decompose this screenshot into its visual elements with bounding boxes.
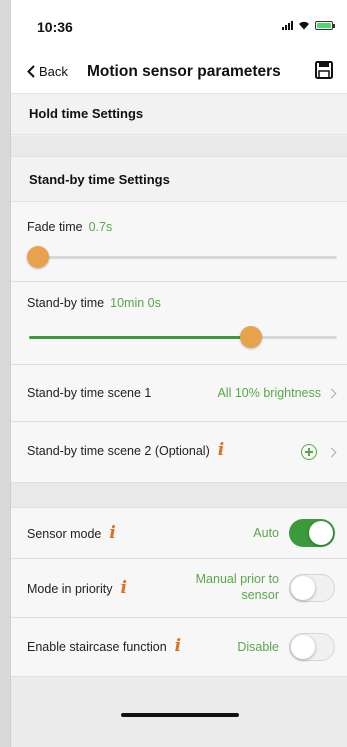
info-icon[interactable]: i (109, 525, 115, 542)
staircase-row: Enable staircase function i Disable (11, 618, 347, 677)
chevron-left-icon (27, 65, 35, 78)
standby-time-title: Stand-by time Settings (29, 172, 170, 187)
section-divider (11, 483, 347, 507)
fade-time-value: 0.7s (88, 220, 113, 234)
standby-scene-2-label: Stand-by time scene 2 (Optional) (27, 443, 210, 458)
standby-scene-2-row[interactable]: Stand-by time scene 2 (Optional) i (11, 422, 347, 483)
back-label: Back (39, 64, 68, 79)
staircase-label: Enable staircase function (27, 639, 167, 654)
toggle-knob (291, 576, 315, 600)
standby-time-block: Stand-by time 10min 0s (11, 282, 347, 365)
standby-time-slider[interactable] (29, 326, 337, 348)
info-icon[interactable]: i (218, 442, 224, 459)
standby-time-label: Stand-by time 10min 0s (27, 296, 161, 310)
mode-priority-label-wrap: Mode in priority i (27, 580, 127, 597)
staircase-label-wrap: Enable staircase function i (27, 638, 181, 655)
mode-priority-value-line1: Manual prior to (195, 572, 279, 586)
phone-screen: 10:36 Back Motion sensor parameters Hold (10, 0, 347, 747)
section-divider (11, 136, 347, 156)
fade-time-block: Fade time 0.7s (11, 202, 347, 282)
mode-priority-value-line2: sensor (241, 588, 279, 602)
standby-time-value: 10min 0s (110, 296, 161, 310)
info-icon[interactable]: i (120, 580, 126, 597)
home-indicator[interactable] (121, 713, 239, 717)
fade-time-text: Fade time (27, 220, 83, 234)
standby-time-slider-thumb[interactable] (240, 326, 262, 348)
back-button[interactable]: Back (27, 64, 68, 79)
add-circle-icon[interactable] (301, 444, 317, 460)
toggle-knob (291, 635, 315, 659)
standby-time-text: Stand-by time (27, 296, 105, 310)
battery-icon (315, 20, 335, 30)
wifi-icon (298, 21, 310, 30)
hold-time-title: Hold time Settings (29, 106, 144, 121)
chevron-right-icon (326, 388, 337, 399)
sensor-mode-toggle[interactable] (289, 519, 335, 547)
sensor-mode-row: Sensor mode i Auto (11, 507, 347, 559)
fade-time-slider-thumb[interactable] (27, 246, 49, 268)
standby-time-section-header: Stand-by time Settings (11, 156, 347, 202)
mode-priority-toggle[interactable] (289, 574, 335, 602)
chevron-right-icon (326, 447, 337, 458)
hold-time-section-header[interactable]: Hold time Settings (11, 95, 347, 135)
mode-priority-label: Mode in priority (27, 581, 113, 596)
mode-priority-row: Mode in priority i Manual prior to senso… (11, 559, 347, 618)
sensor-mode-value: Auto (253, 526, 279, 540)
sensor-mode-label-wrap: Sensor mode i (27, 525, 116, 542)
standby-scene-1-row[interactable]: Stand-by time scene 1 All 10% brightness (11, 365, 347, 422)
toggle-knob (309, 521, 333, 545)
status-time: 10:36 (37, 19, 73, 35)
mode-priority-value: Manual prior to sensor (196, 571, 279, 603)
info-icon[interactable]: i (175, 638, 181, 655)
status-icons (282, 20, 335, 30)
page-title: Motion sensor parameters (87, 63, 281, 80)
cellular-signal-icon (282, 20, 293, 30)
staircase-value: Disable (237, 640, 279, 654)
standby-scene-1-value: All 10% brightness (217, 386, 321, 400)
status-bar: 10:36 (11, 0, 347, 48)
sensor-mode-label: Sensor mode (27, 526, 102, 541)
bottom-empty-area (11, 677, 347, 747)
fade-time-label: Fade time 0.7s (27, 220, 112, 234)
standby-scene-1-label: Stand-by time scene 1 (27, 386, 152, 400)
standby-scene-2-label-wrap: Stand-by time scene 2 (Optional) i (27, 442, 224, 459)
standby-time-slider-fill (29, 336, 250, 339)
staircase-toggle[interactable] (289, 633, 335, 661)
save-icon[interactable] (315, 61, 333, 79)
fade-time-slider[interactable] (27, 246, 337, 268)
navigation-bar: Back Motion sensor parameters (11, 48, 347, 94)
